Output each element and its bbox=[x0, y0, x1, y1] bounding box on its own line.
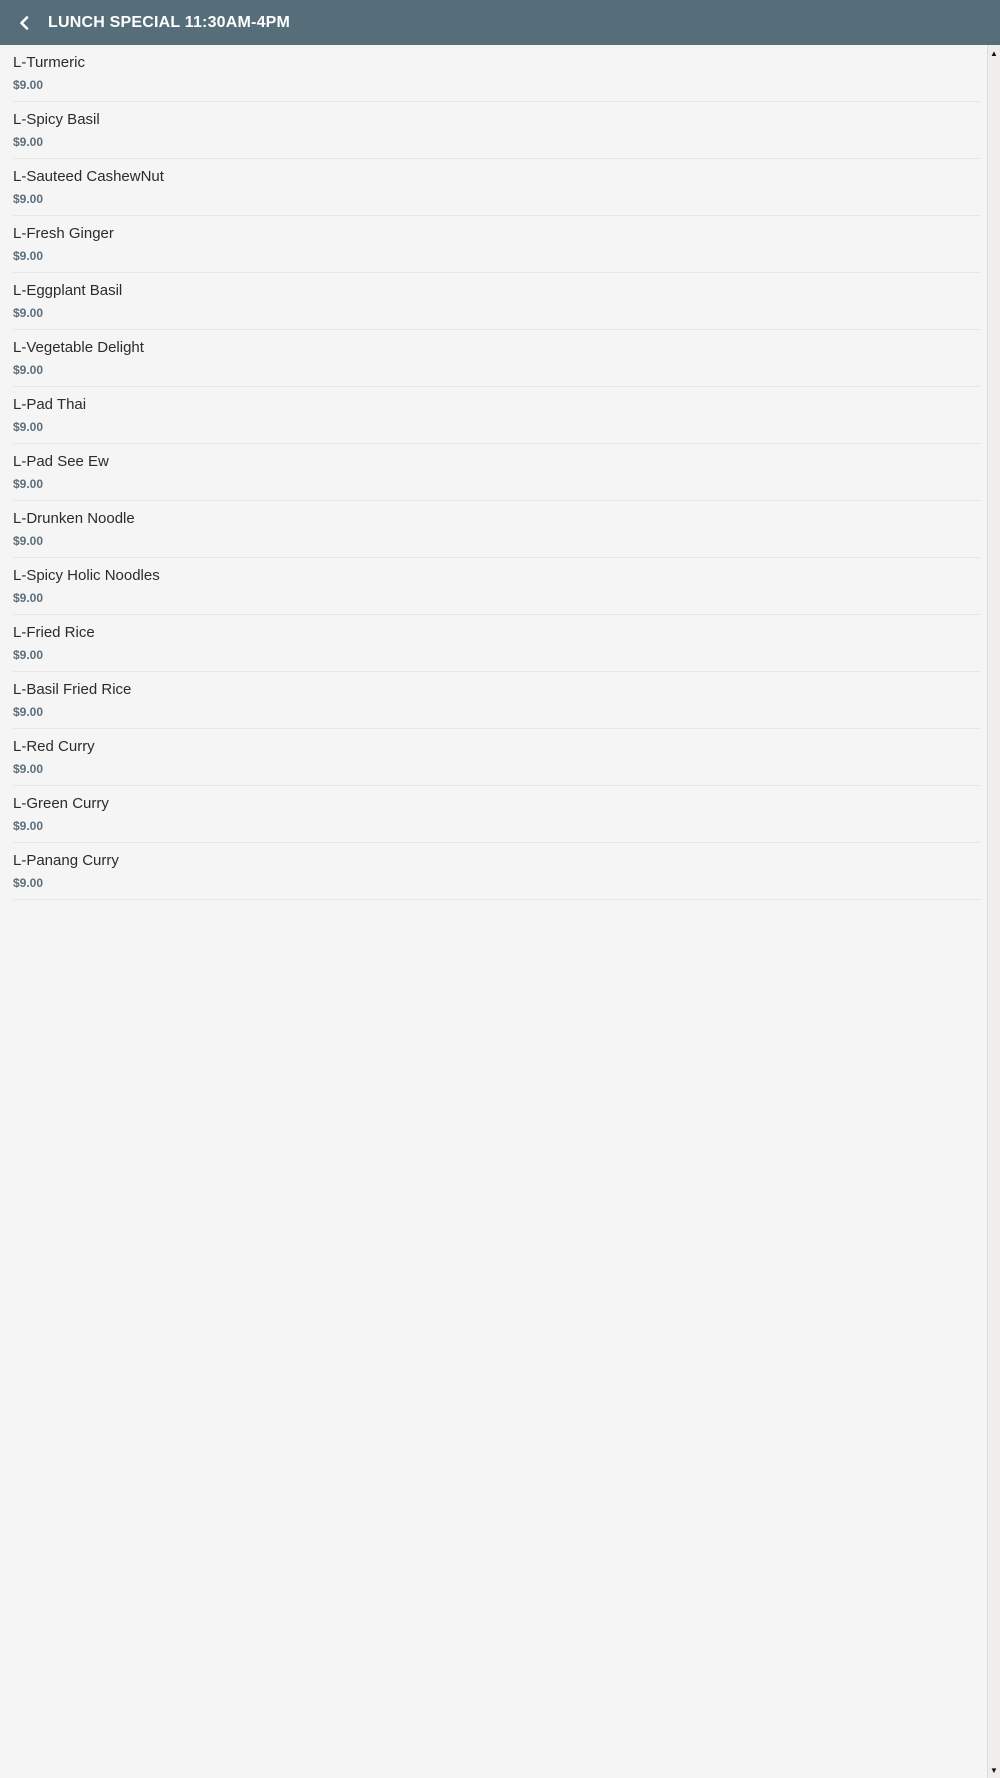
menu-item-name: L-Sauteed CashewNut bbox=[13, 168, 164, 185]
menu-item-name: L-Drunken Noodle bbox=[13, 510, 135, 527]
menu-item[interactable]: L-Drunken Noodle $9.00 bbox=[13, 501, 980, 558]
menu-item[interactable]: L-Sauteed CashewNut $9.00 bbox=[13, 159, 980, 216]
menu-item-name: L-Spicy Basil bbox=[13, 111, 100, 128]
menu-item-name: L-Red Curry bbox=[13, 738, 95, 755]
menu-item-name: L-Green Curry bbox=[13, 795, 109, 812]
menu-item-name: L-Turmeric bbox=[13, 54, 85, 71]
menu-item-price: $9.00 bbox=[13, 762, 44, 776]
menu-item[interactable]: L-Panang Curry $9.00 bbox=[13, 843, 980, 900]
menu-content: L-Turmeric $9.00 L-Spicy Basil $9.00 L-Saute… bbox=[0, 45, 987, 1778]
menu-item-price: $9.00 bbox=[13, 477, 44, 491]
menu-item-name: L-Spicy Holic Noodles bbox=[13, 567, 160, 584]
menu-item[interactable]: L-Pad See Ew $9.00 bbox=[13, 444, 980, 501]
menu-item-name: L-Vegetable Delight bbox=[13, 339, 144, 356]
menu-item[interactable]: L-Fried Rice $9.00 bbox=[13, 615, 980, 672]
menu-item-price: $9.00 bbox=[13, 876, 44, 890]
app-header: LUNCH SPECIAL 11:30AM-4PM bbox=[0, 0, 1000, 45]
menu-item-price: $9.00 bbox=[13, 192, 44, 206]
menu-item-price: $9.00 bbox=[13, 363, 44, 377]
page-title: LUNCH SPECIAL 11:30AM-4PM bbox=[48, 13, 291, 31]
menu-item-price: $9.00 bbox=[13, 648, 44, 662]
menu-item-price: $9.00 bbox=[13, 819, 44, 833]
menu-item[interactable]: L-Pad Thai $9.00 bbox=[13, 387, 980, 444]
menu-item[interactable]: L-Vegetable Delight $9.00 bbox=[13, 330, 980, 387]
back-button[interactable] bbox=[0, 0, 48, 45]
menu-item[interactable]: L-Eggplant Basil $9.00 bbox=[13, 273, 980, 330]
scroll-up-icon[interactable]: ▲ bbox=[988, 47, 1000, 59]
menu-item-name: L-Fried Rice bbox=[13, 624, 95, 641]
menu-item-name: L-Pad Thai bbox=[13, 396, 87, 413]
scrollbar[interactable]: ▲ ▼ bbox=[987, 45, 1000, 1778]
menu-item-price: $9.00 bbox=[13, 534, 44, 548]
menu-item-name: L-Basil Fried Rice bbox=[13, 681, 132, 698]
menu-item-price: $9.00 bbox=[13, 306, 44, 320]
menu-item-price: $9.00 bbox=[13, 78, 44, 92]
menu-item-name: L-Panang Curry bbox=[13, 852, 119, 869]
menu-item[interactable]: L-Turmeric $9.00 bbox=[13, 45, 980, 102]
scroll-down-icon[interactable]: ▼ bbox=[988, 1764, 1000, 1776]
menu-item-name: L-Fresh Ginger bbox=[13, 225, 114, 242]
menu-item[interactable]: L-Red Curry $9.00 bbox=[13, 729, 980, 786]
menu-item-price: $9.00 bbox=[13, 135, 44, 149]
menu-item[interactable]: L-Basil Fried Rice $9.00 bbox=[13, 672, 980, 729]
menu-item[interactable]: L-Spicy Basil $9.00 bbox=[13, 102, 980, 159]
menu-item-name: L-Eggplant Basil bbox=[13, 282, 123, 299]
chevron-left-icon bbox=[20, 15, 29, 30]
menu-item-price: $9.00 bbox=[13, 420, 44, 434]
menu-item-price: $9.00 bbox=[13, 705, 44, 719]
menu-item-name: L-Pad See Ew bbox=[13, 453, 109, 470]
menu-item-price: $9.00 bbox=[13, 591, 44, 605]
menu-item[interactable]: L-Spicy Holic Noodles $9.00 bbox=[13, 558, 980, 615]
menu-item[interactable]: L-Green Curry $9.00 bbox=[13, 786, 980, 843]
menu-item[interactable]: L-Fresh Ginger $9.00 bbox=[13, 216, 980, 273]
menu-list: L-Turmeric $9.00 L-Spicy Basil $9.00 L-Saute… bbox=[0, 45, 987, 900]
menu-item-price: $9.00 bbox=[13, 249, 44, 263]
